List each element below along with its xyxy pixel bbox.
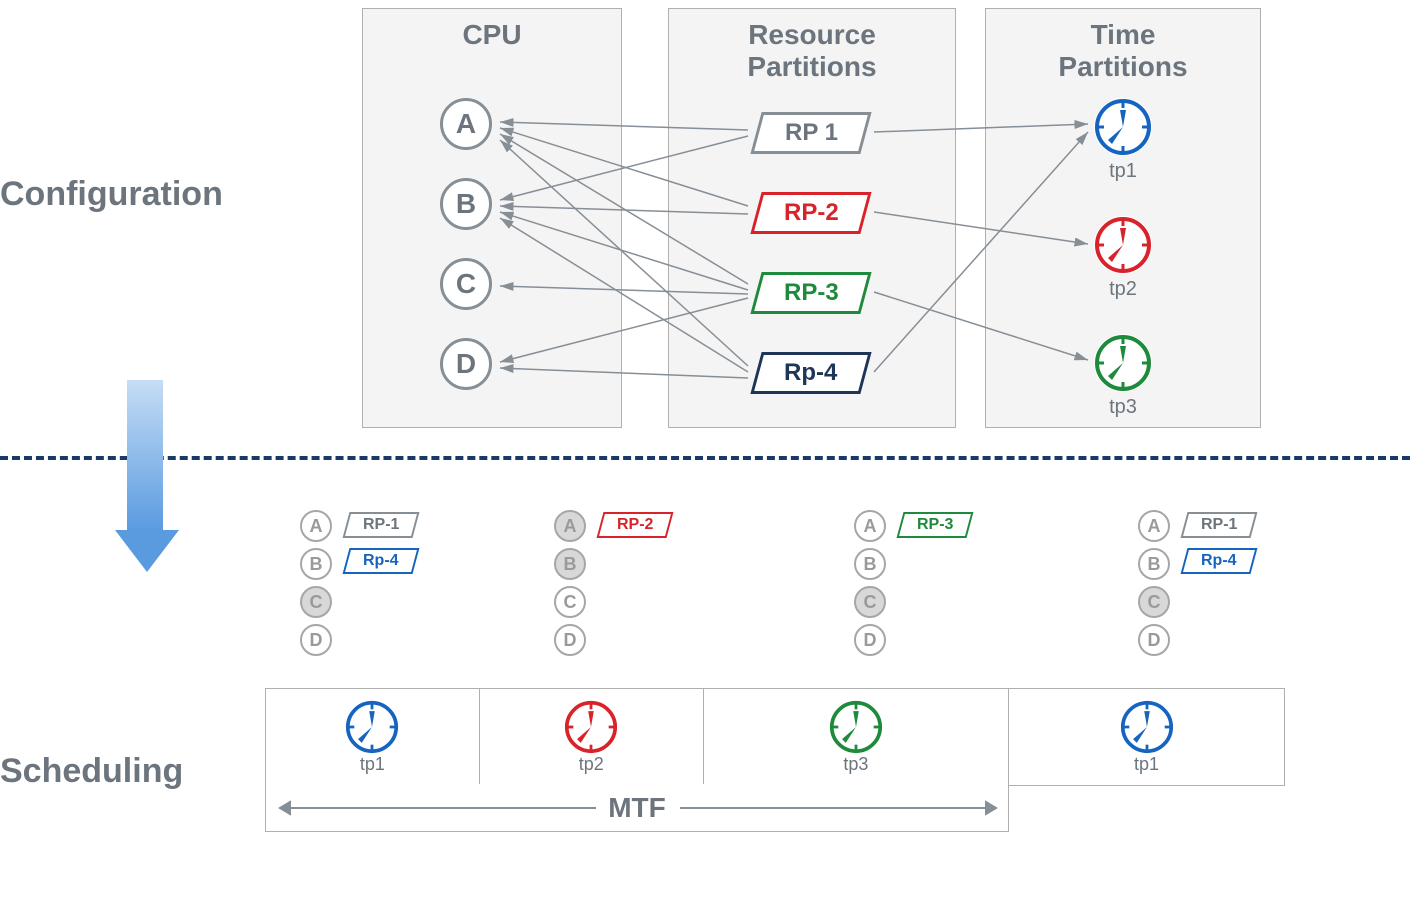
slot1-cpu-a: A bbox=[300, 510, 332, 542]
sched-cell-1-label: tp1 bbox=[360, 754, 385, 775]
scheduling-timeline: tp1 tp2 tp3 tp1 bbox=[265, 688, 1285, 786]
rp-1: RP 1 bbox=[750, 112, 871, 154]
mtf-bracket: MTF bbox=[265, 784, 1009, 832]
slot2-rp-2-label: RP-2 bbox=[617, 516, 653, 534]
slot1-rp-1: RP-1 bbox=[343, 512, 420, 538]
tp3-label: tp3 bbox=[1090, 396, 1156, 419]
slot2-rp-2: RP-2 bbox=[597, 512, 674, 538]
rp-3: RP-3 bbox=[750, 272, 871, 314]
slot4-rp-4: Rp-4 bbox=[1181, 548, 1258, 574]
slot2-cpu-d: D bbox=[554, 624, 586, 656]
tp3-clock-icon bbox=[1094, 334, 1152, 392]
rp-2-label: RP-2 bbox=[784, 199, 839, 227]
slot3-cpu-b: B bbox=[854, 548, 886, 580]
tp1-label: tp1 bbox=[1090, 160, 1156, 183]
slot3-cpu-a: A bbox=[854, 510, 886, 542]
slot4-rp-4-label: Rp-4 bbox=[1201, 552, 1237, 570]
sched-clock-tp2-icon bbox=[564, 700, 618, 754]
slot1-rp-4-label: Rp-4 bbox=[363, 552, 399, 570]
sched-cell-2-label: tp2 bbox=[579, 754, 604, 775]
cpu-node-c: C bbox=[440, 258, 492, 310]
slot1-cpu-d: D bbox=[300, 624, 332, 656]
mtf-label: MTF bbox=[598, 792, 676, 824]
slot2-cpu-a: A bbox=[554, 510, 586, 542]
scheduling-label: Scheduling bbox=[0, 752, 183, 791]
sched-clock-tp1-icon bbox=[345, 700, 399, 754]
sched-cell-1: tp1 bbox=[266, 689, 480, 785]
slot1-rp-4: Rp-4 bbox=[343, 548, 420, 574]
sched-cell-4-label: tp1 bbox=[1134, 754, 1159, 775]
tp2-clock-icon bbox=[1094, 216, 1152, 274]
rp-3-label: RP-3 bbox=[784, 279, 839, 307]
slot1-cpu-b: B bbox=[300, 548, 332, 580]
cpu-node-d: D bbox=[440, 338, 492, 390]
cpu-node-a: A bbox=[440, 98, 492, 150]
slot4-cpu-b: B bbox=[1138, 548, 1170, 580]
slot4-cpu-a: A bbox=[1138, 510, 1170, 542]
tp1-clock-icon bbox=[1094, 98, 1152, 156]
slot3-rp-3: RP-3 bbox=[897, 512, 974, 538]
sched-clock-tp3-icon bbox=[829, 700, 883, 754]
rp-1-label: RP 1 bbox=[785, 119, 838, 147]
slot2-cpu-b: B bbox=[554, 548, 586, 580]
rp-4: Rp-4 bbox=[750, 352, 871, 394]
configuration-label: Configuration bbox=[0, 175, 223, 214]
tp2-label: tp2 bbox=[1090, 278, 1156, 301]
slot4-rp-1: RP-1 bbox=[1181, 512, 1258, 538]
slot2-cpu-c: C bbox=[554, 586, 586, 618]
slot1-rp-1-label: RP-1 bbox=[363, 516, 399, 534]
sched-cell-4: tp1 bbox=[1009, 689, 1284, 785]
cpu-panel-title: CPU bbox=[363, 19, 621, 51]
sched-clock-tp1b-icon bbox=[1120, 700, 1174, 754]
slot3-rp-3-label: RP-3 bbox=[917, 516, 953, 534]
slot3-cpu-c: C bbox=[854, 586, 886, 618]
slot3-cpu-d: D bbox=[854, 624, 886, 656]
slot4-rp-1-label: RP-1 bbox=[1201, 516, 1237, 534]
rp-2: RP-2 bbox=[750, 192, 871, 234]
slot1-cpu-c: C bbox=[300, 586, 332, 618]
slot4-cpu-c: C bbox=[1138, 586, 1170, 618]
cpu-panel: CPU bbox=[362, 8, 622, 428]
section-divider bbox=[0, 456, 1410, 460]
flow-arrow-icon bbox=[115, 380, 175, 580]
sched-cell-3: tp3 bbox=[704, 689, 1009, 785]
slot4-cpu-d: D bbox=[1138, 624, 1170, 656]
rp-4-label: Rp-4 bbox=[784, 359, 837, 387]
tp-panel-title: Time Partitions bbox=[986, 19, 1260, 83]
cpu-node-b: B bbox=[440, 178, 492, 230]
sched-cell-3-label: tp3 bbox=[843, 754, 868, 775]
rp-panel-title: Resource Partitions bbox=[669, 19, 955, 83]
sched-cell-2: tp2 bbox=[480, 689, 704, 785]
